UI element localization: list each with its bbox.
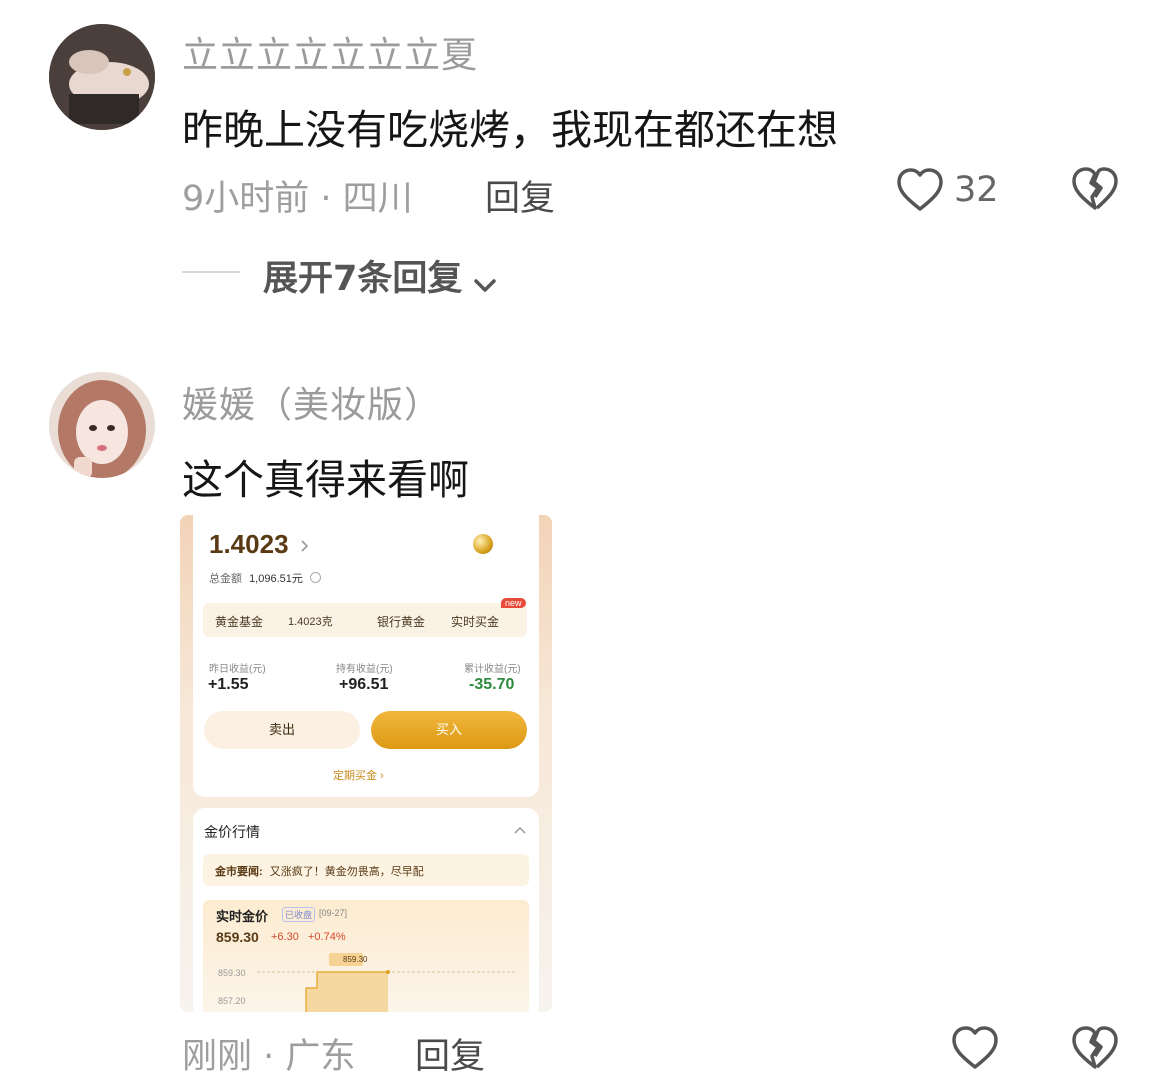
like-count: 32 [954, 170, 999, 210]
comment-username[interactable]: 媛媛（美妆版） [182, 376, 441, 428]
market-card: 金价行情 金市要闻: 又涨疯了！黄金勿畏高，尽早配 实时金价 已收盘 [09-2… [193, 808, 539, 1012]
tick-low: 857.20 [218, 996, 246, 1006]
expand-replies-label: 展开7条回复 [263, 259, 463, 299]
regular-buy-link[interactable]: 定期买金 › [333, 767, 384, 783]
price-date: [09-27] [319, 908, 348, 918]
like-button[interactable] [951, 1025, 999, 1073]
expand-divider [182, 271, 240, 273]
expand-replies-button[interactable]: 展开7条回复 [263, 250, 497, 299]
buy-button[interactable]: 买入 [371, 711, 527, 749]
gold-grams: 1.4023 [209, 529, 289, 559]
heart-icon [897, 168, 943, 211]
holding-value: +96.51 [339, 676, 389, 693]
closed-badge: 已收盘 [282, 907, 316, 922]
comment-meta: 9小时前 · 四川 [182, 179, 413, 219]
tooltip-price: 859.30 [343, 955, 368, 964]
news-text: 又涨疯了！黄金勿畏高，尽早配 [269, 866, 424, 878]
reply-button[interactable]: 回复 [415, 1028, 485, 1079]
yesterday-label: 昨日收益(元) [209, 664, 266, 675]
regular-buy-label: 定期买金 [333, 770, 377, 782]
gold-coin-icon [473, 534, 493, 554]
dislike-button[interactable] [1071, 1025, 1119, 1073]
gold-summary-card: 1.4023 总金额 1,096.51元 黄金基金 1.4023克 银行黄金 实… [193, 515, 539, 797]
tab-realtime[interactable]: 实时买金 [451, 613, 499, 630]
market-title: 金价行情 [204, 824, 260, 840]
yesterday-value: +1.55 [208, 676, 249, 693]
news-prefix: 金市要闻: [215, 866, 263, 878]
reply-button[interactable]: 回复 [485, 170, 555, 221]
broken-heart-icon [1072, 1026, 1118, 1069]
total-label: 总金额 [209, 573, 242, 585]
comment-text: 昨晚上没有吃烧烤，我现在都还在想 [182, 106, 838, 154]
avatar-photo [49, 372, 155, 478]
info-icon [309, 572, 321, 583]
price-title: 实时金价 [216, 909, 269, 924]
tab-fund[interactable]: 黄金基金 [215, 613, 263, 630]
comment-image[interactable]: 1.4023 总金额 1,096.51元 黄金基金 1.4023克 银行黄金 实… [180, 515, 552, 1012]
comment-username[interactable]: 立立立立立立立夏 [182, 26, 478, 78]
like-button[interactable]: 32 [896, 166, 1006, 216]
tab-fund-value: 1.4023克 [288, 616, 333, 628]
avatar[interactable] [49, 24, 155, 130]
total-value: 1,096.51元 [249, 573, 303, 585]
price-value: 859.30 [216, 929, 259, 945]
price-change-pct: +0.74% [308, 931, 346, 943]
avatar[interactable] [49, 372, 155, 478]
sell-button[interactable]: 卖出 [204, 711, 360, 749]
price-change: +6.30 [271, 931, 299, 943]
new-badge: new [501, 598, 526, 608]
tab-bank[interactable]: 银行黄金 [377, 613, 425, 630]
tick-high: 859.30 [218, 968, 246, 978]
avatar-photo [49, 24, 155, 130]
dislike-button[interactable] [1071, 166, 1119, 214]
holding-label: 持有收益(元) [336, 664, 393, 675]
cumulative-value: -35.70 [469, 676, 515, 693]
chevron-right-icon [301, 540, 309, 552]
chevron-up-icon[interactable] [513, 825, 527, 835]
chevron-down-icon [474, 278, 497, 292]
comment-text: 这个真得来看啊 [182, 456, 469, 504]
cumulative-label: 累计收益(元) [464, 664, 521, 675]
comment-meta: 刚刚 · 广东 [182, 1037, 356, 1077]
heart-icon [952, 1026, 998, 1069]
broken-heart-icon [1072, 167, 1118, 210]
